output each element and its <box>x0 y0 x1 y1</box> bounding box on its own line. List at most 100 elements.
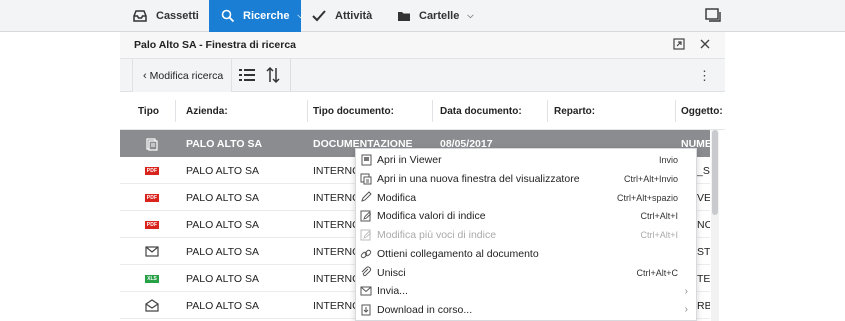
menu-item-label: Modifica più voci di indice <box>377 229 497 242</box>
toolbar-divider <box>290 59 291 92</box>
column-header-reparto[interactable]: Reparto: <box>554 92 595 130</box>
table-header: Tipo Azienda: Tipo documento: Data docum… <box>120 92 725 130</box>
menu-item-download[interactable]: Download in corso... › <box>356 301 696 320</box>
cell-tipo-documento: INTERNO <box>313 299 361 312</box>
column-header-tipo-documento[interactable]: Tipo documento: <box>313 92 394 130</box>
menu-item-unisci[interactable]: Unisci Ctrl+Alt+C <box>356 263 696 282</box>
cell-azienda: PALO ALTO SA <box>186 137 263 150</box>
column-separator <box>432 100 433 122</box>
menu-item-shortcut: Ctrl+Alt+I <box>640 230 678 241</box>
panel-title: Palo Alto SA - Finestra di ricerca <box>134 39 297 51</box>
cell-tipo-documento: INTERNO <box>313 218 361 231</box>
tab-cartelle[interactable]: Cartelle ⌵ <box>391 0 475 32</box>
window-layout-icon[interactable] <box>705 8 721 26</box>
scrollbar-thumb[interactable] <box>712 130 718 215</box>
column-header-azienda[interactable]: Azienda: <box>186 92 228 130</box>
pdf-badge: PDF <box>145 193 159 202</box>
xls-icon: XLS <box>142 265 162 292</box>
list-view-icon[interactable] <box>238 67 256 86</box>
sort-icon[interactable] <box>266 66 280 87</box>
column-separator <box>175 100 176 122</box>
column-header-oggetto[interactable]: Oggetto: <box>681 92 723 130</box>
menu-item-shortcut: Ctrl+Alt+I <box>640 211 678 222</box>
more-options-icon[interactable]: ⋮ <box>698 68 711 84</box>
menu-item-apri-in-viewer[interactable]: Apri in Viewer Invio <box>356 151 696 170</box>
pdf-icon: PDF <box>142 211 162 238</box>
tab-ricerche[interactable]: Ricerche ⌵ <box>209 0 304 32</box>
pdf-icon: PDF <box>142 157 162 184</box>
tab-label: Cartelle <box>419 10 460 22</box>
search-icon <box>221 9 235 23</box>
inbox-tray-icon <box>132 9 148 23</box>
top-navigation-bar: Cassetti Ricerche ⌵ Attività Cartelle ⌵ <box>0 0 845 32</box>
menu-item-label: Apri in Viewer <box>377 154 442 167</box>
close-icon[interactable] <box>699 38 711 53</box>
download-icon <box>360 304 372 316</box>
cell-azienda: PALO ALTO SA <box>186 218 259 231</box>
menu-item-label: Invia... <box>377 285 408 298</box>
tab-label: Attività <box>335 10 373 22</box>
menu-item-modifica-piu-voci: Modifica più voci di indice Ctrl+Alt+I <box>356 226 696 245</box>
column-separator <box>675 100 676 122</box>
tab-cassetti[interactable]: Cassetti <box>120 0 209 32</box>
menu-item-apri-nuova-finestra[interactable]: Apri in una nuova finestra del visualizz… <box>356 170 696 189</box>
chevron-right-icon: › <box>684 304 688 316</box>
column-separator <box>547 100 548 122</box>
menu-item-invia[interactable]: Invia... › <box>356 282 696 301</box>
cell-oggetto: RB <box>697 299 710 312</box>
cell-azienda: PALO ALTO SA <box>186 164 259 177</box>
column-header-data-documento[interactable]: Data documento: <box>440 92 522 130</box>
menu-item-shortcut: Ctrl+Alt+spazio <box>616 192 678 203</box>
menu-item-modifica[interactable]: Modifica Ctrl+Alt+spazio <box>356 188 696 207</box>
menu-item-modifica-valori-indice[interactable]: Modifica valori di indice Ctrl+Alt+I <box>356 207 696 226</box>
chevron-right-icon: › <box>684 285 688 297</box>
menu-item-label: Download in corso... <box>377 303 473 316</box>
menu-item-shortcut: Invio <box>658 155 678 166</box>
menu-item-label: Modifica <box>377 191 417 204</box>
modify-search-label: Modifica ricerca <box>149 69 224 82</box>
column-separator <box>307 100 308 122</box>
viewer-icon <box>360 154 372 166</box>
cell-azienda: PALO ALTO SA <box>186 191 259 204</box>
cell-azienda: PALO ALTO SA <box>186 299 259 312</box>
edit-multi-index-icon <box>360 229 372 241</box>
cell-oggetto: VE <box>697 191 710 204</box>
chevron-down-icon[interactable]: ⌵ <box>467 11 473 21</box>
pdf-icon: PDF <box>142 184 162 211</box>
chevron-left-icon: ‹ <box>143 69 147 82</box>
context-menu: Apri in Viewer Invio Apri in una nuova f… <box>355 148 697 321</box>
tab-attivita[interactable]: Attività <box>301 0 391 32</box>
link-icon <box>360 248 372 260</box>
menu-item-label: Unisci <box>377 266 406 279</box>
paperclip-icon <box>360 266 372 278</box>
tab-label: Cassetti <box>156 10 199 22</box>
menu-item-shortcut: Ctrl+Alt+Invio <box>623 174 678 185</box>
tab-label: Ricerche <box>243 10 290 22</box>
column-header-tipo[interactable]: Tipo <box>138 92 159 130</box>
cell-tipo-documento: INTERNO <box>313 164 361 177</box>
pdf-badge: PDF <box>145 166 159 175</box>
cell-tipo-documento: INTERNO <box>313 245 361 258</box>
cell-azienda: PALO ALTO SA <box>186 272 259 285</box>
xls-badge: XLS <box>145 274 159 283</box>
pdf-badge: PDF <box>145 220 159 229</box>
cell-oggetto: NC <box>697 218 710 231</box>
menu-item-label: Apri in una nuova finestra del visualizz… <box>377 173 580 186</box>
menu-item-ottieni-collegamento[interactable]: Ottieni collegamento al documento <box>356 245 696 264</box>
envelope-icon <box>142 238 162 265</box>
pencil-icon <box>360 191 372 203</box>
checkmark-icon <box>311 9 327 23</box>
cell-oggetto: STI <box>697 245 710 258</box>
new-window-icon <box>360 173 372 185</box>
cell-azienda: PALO ALTO SA <box>186 245 259 258</box>
cell-tipo-documento: INTERNO <box>313 191 361 204</box>
modify-search-button[interactable]: ‹ Modifica ricerca <box>132 59 232 92</box>
scan-doc-icon <box>142 130 162 157</box>
folder-icon <box>397 10 411 22</box>
popout-icon[interactable] <box>673 38 685 53</box>
cell-tipo-documento: INTERNO <box>313 272 361 285</box>
cell-oggetto: _SI <box>697 164 710 177</box>
menu-item-label: Ottieni collegamento al documento <box>377 247 539 260</box>
menu-item-label: Modifica valori di indice <box>377 210 486 223</box>
mail-icon <box>360 285 372 297</box>
